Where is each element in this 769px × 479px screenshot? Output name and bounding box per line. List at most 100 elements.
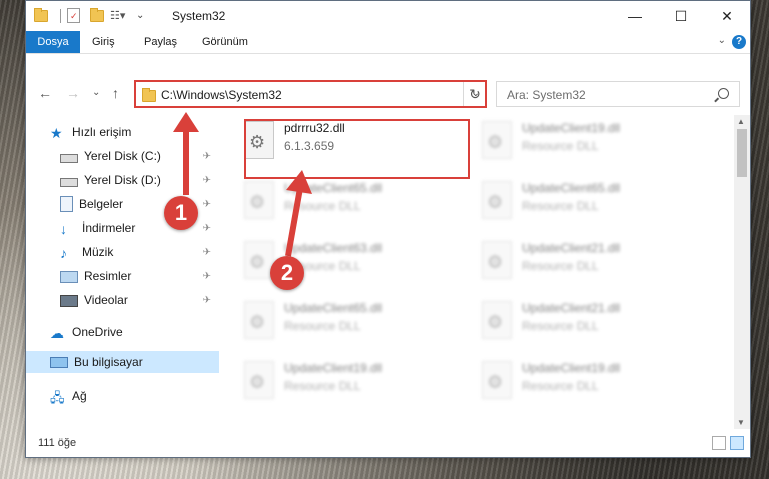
scroll-up-icon[interactable]: ▲ xyxy=(737,117,745,126)
title-bar: ✓ ☷▾ ⌄ System32 — ☐ ✕ xyxy=(26,1,750,31)
videos-icon xyxy=(60,295,78,307)
sidebar-item-local-disk-d[interactable]: Yerel Disk (D:) ✈ xyxy=(26,169,219,191)
properties-icon[interactable]: ✓ xyxy=(67,8,80,23)
sidebar-item-onedrive[interactable]: ☁ OneDrive xyxy=(26,321,219,343)
file-item[interactable]: UpdateClient19.dll Resource DLL xyxy=(474,115,704,167)
file-description: Resource DLL xyxy=(522,259,599,273)
dll-file-icon xyxy=(244,301,274,339)
tab-share[interactable]: Paylaş xyxy=(144,31,177,53)
vertical-scrollbar[interactable]: ▲ ▼ xyxy=(734,115,750,429)
search-icon[interactable] xyxy=(718,88,729,99)
sidebar-item-label: Yerel Disk (C:) xyxy=(84,149,161,163)
sidebar-item-music[interactable]: ♪ Müzik ✈ xyxy=(26,241,219,263)
file-item[interactable]: UpdateClient19.dll Resource DLL xyxy=(236,355,466,407)
file-description: Resource DLL xyxy=(522,139,599,153)
dll-file-icon xyxy=(482,241,512,279)
back-button[interactable]: ← xyxy=(38,85,52,101)
file-description: Resource DLL xyxy=(522,199,599,213)
computer-icon xyxy=(50,357,68,368)
file-name: UpdateClient21.dll xyxy=(522,241,621,255)
search-input[interactable]: Ara: System32 xyxy=(496,81,740,107)
explorer-window: ✓ ☷▾ ⌄ System32 — ☐ ✕ Dosya Giriş Paylaş… xyxy=(25,0,751,458)
navigation-bar: ← → ⌄ ↑ C:\Windows\System32 ⌄ ↻ Ara: Sys… xyxy=(26,79,750,109)
view-options-icon[interactable]: ☷▾ xyxy=(110,9,128,23)
close-button[interactable]: ✕ xyxy=(704,1,750,31)
sidebar-item-label: Resimler xyxy=(84,269,132,283)
file-description: Resource DLL xyxy=(284,199,361,213)
sidebar-item-pictures[interactable]: Resimler ✈ xyxy=(26,265,219,287)
sidebar-item-label: Müzik xyxy=(82,245,114,259)
pin-icon: ✈ xyxy=(202,246,211,258)
file-item[interactable]: UpdateClient65.dll Resource DLL xyxy=(236,175,466,227)
file-name: UpdateClient19.dll xyxy=(522,121,621,135)
pin-icon: ✈ xyxy=(202,198,211,210)
forward-button[interactable]: → xyxy=(66,85,80,101)
sidebar-item-label: Bu bilgisayar xyxy=(74,355,143,369)
tab-home[interactable]: Giriş xyxy=(92,31,115,53)
sidebar-item-quick-access[interactable]: ★ Hızlı erişim xyxy=(26,121,219,143)
sidebar-item-videos[interactable]: Videolar ✈ xyxy=(26,289,219,311)
help-icon[interactable]: ? xyxy=(732,35,746,49)
pin-icon: ✈ xyxy=(202,294,211,306)
file-item[interactable]: UpdateClient19.dll Resource DLL xyxy=(474,355,704,407)
file-item[interactable]: UpdateClient21.dll Resource DLL xyxy=(474,235,704,287)
sidebar-item-label: Hızlı erişim xyxy=(72,125,132,139)
music-icon: ♪ xyxy=(60,245,67,261)
sidebar-item-label: Yerel Disk (D:) xyxy=(84,173,161,187)
cloud-icon: ☁ xyxy=(50,325,64,341)
dll-file-icon xyxy=(482,361,512,399)
sidebar-item-label: OneDrive xyxy=(72,325,123,339)
quick-access-toolbar: ✓ ☷▾ ⌄ xyxy=(34,7,144,23)
sidebar-item-this-pc[interactable]: Bu bilgisayar xyxy=(26,351,219,373)
file-name: UpdateClient19.dll xyxy=(284,361,383,375)
step-1-badge: 1 xyxy=(164,196,198,230)
file-name: UpdateClient65.dll xyxy=(284,301,383,315)
divider xyxy=(60,8,61,23)
maximize-button[interactable]: ☐ xyxy=(658,1,704,31)
minimize-button[interactable]: — xyxy=(612,1,658,31)
file-description: Resource DLL xyxy=(284,379,361,393)
dll-file-icon xyxy=(482,121,512,159)
file-item[interactable]: UpdateClient65.dll Resource DLL xyxy=(236,295,466,347)
file-item[interactable]: UpdateClient65.dll Resource DLL xyxy=(474,175,704,227)
window-title: System32 xyxy=(172,9,226,23)
file-name: UpdateClient65.dll xyxy=(522,181,621,195)
scroll-down-icon[interactable]: ▼ xyxy=(737,418,745,427)
customize-toolbar-icon[interactable]: ⌄ xyxy=(136,10,144,21)
dll-file-icon xyxy=(482,301,512,339)
search-placeholder: Ara: System32 xyxy=(507,88,586,102)
large-icons-view-icon[interactable] xyxy=(730,436,744,450)
new-folder-icon[interactable] xyxy=(90,7,104,22)
address-highlight-box xyxy=(134,80,487,108)
file-list: pdrrru32.dll 6.1.3.659 UpdateClient65.dl… xyxy=(236,115,736,425)
sidebar-item-label: Ağ xyxy=(72,389,87,403)
star-icon: ★ xyxy=(50,125,63,141)
up-button[interactable]: ↑ xyxy=(112,85,119,101)
sidebar-item-network[interactable]: 🖧 Ağ xyxy=(26,385,219,407)
details-view-icon[interactable] xyxy=(712,436,726,450)
file-name: UpdateClient19.dll xyxy=(522,361,621,375)
step-2-badge: 2 xyxy=(270,256,304,290)
folder-icon xyxy=(34,7,48,22)
tab-file[interactable]: Dosya xyxy=(26,31,80,53)
recent-locations-button[interactable]: ⌄ xyxy=(92,87,100,98)
ribbon-tabs: Dosya Giriş Paylaş Görünüm ⌄ ? xyxy=(26,31,750,54)
file-description: Resource DLL xyxy=(522,319,599,333)
file-name: UpdateClient65.dll xyxy=(284,181,383,195)
expand-ribbon-icon[interactable]: ⌄ xyxy=(718,35,726,46)
pictures-icon xyxy=(60,271,78,283)
file-item[interactable]: UpdateClient21.dll Resource DLL xyxy=(474,295,704,347)
sidebar-item-local-disk-c[interactable]: Yerel Disk (C:) ✈ xyxy=(26,145,219,167)
pin-icon: ✈ xyxy=(202,222,211,234)
status-bar: 111 öğe xyxy=(26,431,750,457)
dll-file-icon xyxy=(244,181,274,219)
navigation-pane: ★ Hızlı erişim Yerel Disk (C:) ✈ Yerel D… xyxy=(26,115,219,415)
file-highlight-box xyxy=(244,119,470,179)
dll-file-icon xyxy=(244,361,274,399)
tab-view[interactable]: Görünüm xyxy=(202,31,248,53)
sidebar-item-label: İndirmeler xyxy=(82,221,136,235)
scrollbar-thumb[interactable] xyxy=(737,129,747,177)
file-description: Resource DLL xyxy=(522,379,599,393)
sidebar-item-label: Belgeler xyxy=(79,197,124,211)
file-name: UpdateClient21.dll xyxy=(522,301,621,315)
